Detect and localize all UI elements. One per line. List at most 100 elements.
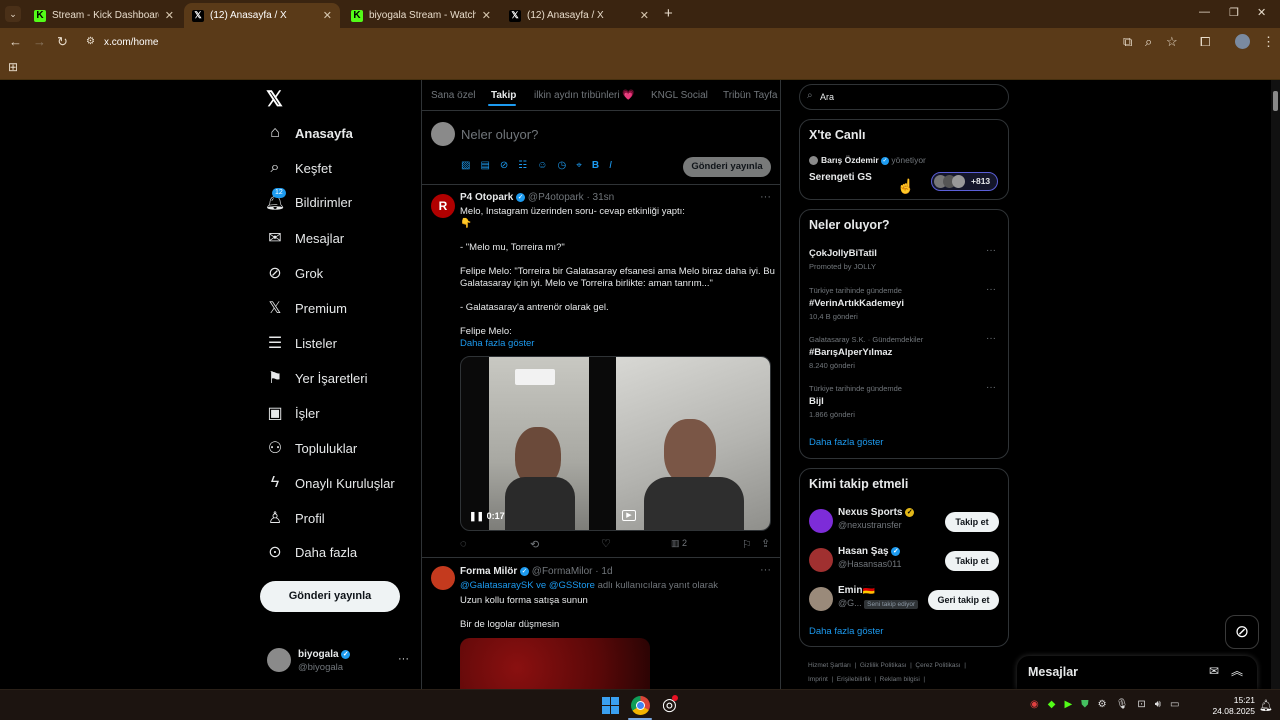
- more-dots-icon[interactable]: ···: [986, 333, 996, 344]
- tray-app-icon[interactable]: ◉: [1030, 699, 1039, 710]
- follow-back-button[interactable]: Geri takip et: [928, 590, 999, 610]
- wtf-show-more[interactable]: Daha fazla göster: [809, 626, 883, 637]
- views-stat[interactable]: ▥ 2: [671, 538, 687, 549]
- grok-icon[interactable]: ⊘: [500, 160, 508, 171]
- forward-icon[interactable]: →: [33, 34, 46, 49]
- nav-premium[interactable]: 𝕏 Premium: [266, 294, 347, 322]
- gif-icon[interactable]: ▤: [480, 160, 489, 171]
- tab-list-3[interactable]: Tribün Tayfa: [723, 90, 777, 101]
- follow-button[interactable]: Takip et: [945, 512, 999, 532]
- trend-item[interactable]: Türkiye tarihinde gündemde Bijl 1.866 gö…: [800, 382, 1008, 428]
- messages-drawer[interactable]: Mesajlar ✉ ︽: [1017, 656, 1257, 689]
- close-icon[interactable]: ✕: [323, 9, 332, 22]
- tray-shield-icon[interactable]: ⛊: [1081, 699, 1089, 710]
- more-dots-icon[interactable]: ···: [986, 284, 996, 295]
- tweet-video[interactable]: ❚❚ 0:17 ▶: [460, 356, 771, 531]
- tray-steam-icon[interactable]: ⚙: [1098, 699, 1107, 710]
- schedule-icon[interactable]: ◷: [557, 160, 566, 171]
- tray-kick-icon[interactable]: ◆: [1048, 699, 1056, 710]
- reply-icon[interactable]: ◌: [460, 538, 467, 550]
- install-app-icon[interactable]: ⧉: [1123, 34, 1132, 50]
- tab-search-icon[interactable]: ⌄: [5, 6, 21, 22]
- zoom-icon[interactable]: ⌕: [1145, 34, 1152, 50]
- trend-item[interactable]: Galatasaray S.K. · Gündemdekiler #BarışA…: [800, 333, 1008, 379]
- microphone-icon[interactable]: 🎙︎: [1116, 699, 1129, 710]
- windows-start-icon[interactable]: [602, 697, 619, 714]
- nav-more[interactable]: ⊙ Daha fazla: [266, 538, 357, 566]
- nav-notifications[interactable]: 🔔︎ 12 Bildirimler: [265, 188, 352, 216]
- poll-icon[interactable]: ☷: [518, 160, 527, 171]
- bookmark-icon[interactable]: ⚐: [742, 538, 752, 551]
- play-icon[interactable]: ▶: [622, 510, 636, 521]
- notifications-bell-icon[interactable]: 🔔︎: [1259, 699, 1273, 712]
- image-icon[interactable]: ▨: [461, 160, 470, 171]
- tray-play-icon[interactable]: ▶: [1064, 699, 1072, 710]
- site-info-icon[interactable]: ⚙: [86, 36, 95, 47]
- trend-item[interactable]: ÇokJollyBiTatil Promoted by JOLLY ···: [800, 242, 1008, 282]
- close-icon[interactable]: ✕: [640, 9, 649, 22]
- tab-for-you[interactable]: Sana özel: [431, 90, 475, 101]
- nav-bookmarks[interactable]: ⚑ Yer İşaretleri: [266, 364, 368, 392]
- tab-list-1[interactable]: ilkin aydın tribünleri 💗: [534, 90, 635, 101]
- x-logo-icon[interactable]: 𝕏: [266, 87, 283, 112]
- pause-icon[interactable]: ❚❚: [469, 511, 484, 521]
- italic-icon[interactable]: I: [609, 160, 612, 171]
- more-dots-icon[interactable]: ···: [986, 245, 996, 256]
- network-icon[interactable]: ⊡: [1137, 699, 1145, 710]
- tweet[interactable]: Forma Milör ✓ @FormaMilor · 1d ··· @Gala…: [422, 558, 780, 689]
- tab-kick-stream[interactable]: K biyogala Stream - Watch Live o ✕: [343, 3, 499, 28]
- scrollbar-thumb[interactable]: [1273, 91, 1278, 111]
- grok-floating-icon[interactable]: ⊘: [1225, 615, 1259, 649]
- tab-x-home-2[interactable]: 𝕏 (12) Anasayfa / X ✕: [501, 3, 657, 28]
- more-dots-icon[interactable]: ···: [760, 191, 771, 203]
- emoji-icon[interactable]: ☺: [537, 160, 547, 171]
- nav-jobs[interactable]: ▣ İşler: [266, 399, 319, 427]
- nav-communities[interactable]: ⚇ Topluluklar: [266, 434, 357, 462]
- profile-avatar[interactable]: [1235, 34, 1250, 49]
- back-icon[interactable]: ←: [9, 34, 22, 49]
- tweet[interactable]: R P4 Otopark ✓ @P4otopark · 31sn ··· Mel…: [422, 185, 780, 557]
- follow-suggestion[interactable]: Nexus Sports ✓ @nexustransfer Takip et: [800, 503, 1008, 539]
- nav-messages[interactable]: ✉ Mesajlar: [266, 224, 344, 252]
- scrollbar[interactable]: [1271, 80, 1280, 689]
- compose-post-button[interactable]: Gönderi yayınla: [683, 157, 771, 177]
- live-listeners-pill[interactable]: +813: [931, 172, 998, 191]
- apps-grid-icon[interactable]: ⊞: [8, 60, 18, 74]
- clock[interactable]: 15:21 24.08.2025: [1205, 695, 1255, 717]
- trends-show-more[interactable]: Daha fazla göster: [809, 437, 883, 448]
- account-switcher[interactable]: biyogala ✓ @biyogala ···: [260, 640, 415, 682]
- tab-following[interactable]: Takip: [491, 90, 516, 101]
- minimize-icon[interactable]: —: [1199, 6, 1210, 18]
- more-dots-icon[interactable]: ···: [986, 382, 996, 393]
- like-icon[interactable]: ♡: [601, 537, 611, 550]
- tab-list-2[interactable]: KNGL Social: [651, 90, 708, 101]
- reload-icon[interactable]: ↻: [57, 34, 68, 50]
- expand-icon[interactable]: ︽: [1231, 662, 1243, 679]
- compose-input[interactable]: Neler oluyor?: [461, 127, 538, 142]
- search-input[interactable]: ⌕ Ara: [799, 84, 1009, 110]
- chrome-icon[interactable]: [631, 696, 650, 715]
- location-icon[interactable]: ⌖: [576, 160, 582, 171]
- share-icon[interactable]: ⇪: [761, 537, 770, 550]
- close-icon[interactable]: ✕: [165, 9, 174, 22]
- battery-icon[interactable]: ▭: [1170, 699, 1179, 710]
- new-message-icon[interactable]: ✉: [1209, 664, 1219, 678]
- follow-button[interactable]: Takip et: [945, 551, 999, 571]
- volume-icon[interactable]: 🔊︎: [1155, 699, 1161, 710]
- close-icon[interactable]: ✕: [482, 9, 491, 22]
- follow-suggestion[interactable]: Emin🇩🇪 @G... Seni takip ediyor Geri taki…: [800, 581, 1008, 617]
- more-dots-icon[interactable]: ···: [398, 653, 409, 665]
- extensions-icon[interactable]: ⧠: [1200, 34, 1210, 50]
- window-close-icon[interactable]: ✕: [1257, 6, 1266, 19]
- new-tab-icon[interactable]: +: [664, 5, 673, 22]
- tab-x-home-1[interactable]: 𝕏 (12) Anasayfa / X ✕: [184, 3, 340, 28]
- address-bar[interactable]: x.com/home: [104, 37, 158, 48]
- live-space-title[interactable]: Serengeti GS: [809, 172, 872, 183]
- menu-icon[interactable]: ⋮: [1262, 34, 1275, 50]
- nav-home[interactable]: ⌂ Anasayfa: [266, 119, 353, 147]
- nav-verified-orgs[interactable]: ϟ Onaylı Kuruluşlar: [266, 469, 395, 497]
- tab-kick-dashboard[interactable]: K Stream - Kick Dashboard ✕: [26, 3, 182, 28]
- tweet-image[interactable]: [460, 638, 650, 689]
- nav-explore[interactable]: ⌕ Keşfet: [266, 154, 332, 182]
- nav-lists[interactable]: ☰ Listeler: [266, 329, 337, 357]
